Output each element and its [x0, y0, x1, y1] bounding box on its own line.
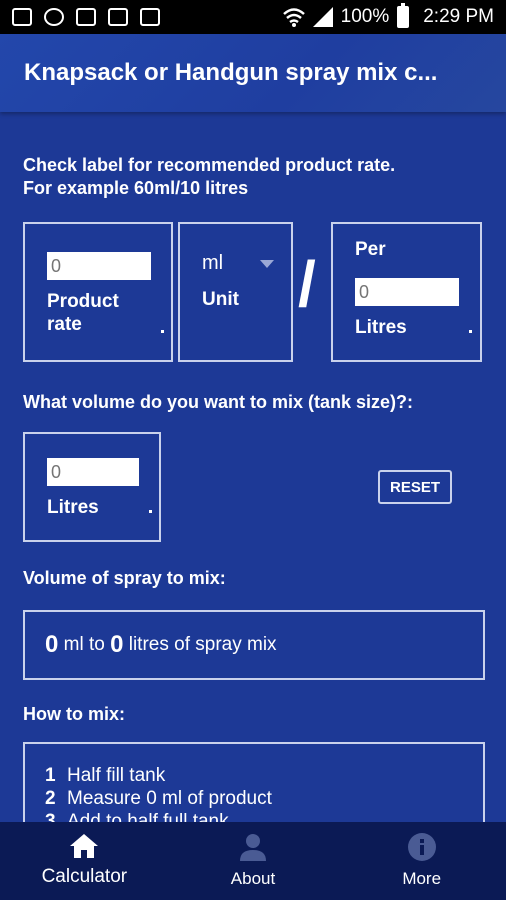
- nav-more-label: More: [402, 869, 442, 888]
- corner-dot: [149, 510, 152, 513]
- calculator-content: Check label for recommended product rate…: [0, 112, 506, 822]
- result-litres-amount: 0: [110, 631, 124, 658]
- nav-more[interactable]: More: [337, 822, 506, 900]
- unit-box[interactable]: ml Unit: [178, 222, 293, 362]
- nav-calculator[interactable]: Calculator: [0, 822, 169, 900]
- step-text: Half fill tank: [67, 765, 166, 786]
- product-rate-input[interactable]: [47, 252, 151, 280]
- signal-icon: [312, 7, 333, 27]
- how-to-mix-title: How to mix:: [23, 704, 125, 724]
- step-number: 2: [45, 788, 56, 809]
- result-box: 0 ml to 0 litres of spray mix: [23, 610, 485, 680]
- tank-size-label: Litres: [47, 497, 99, 518]
- page-title: Knapsack or Handgun spray mix c...: [24, 59, 438, 86]
- notification-icons: [12, 8, 160, 26]
- instructions-line-1: Check label for recommended product rate…: [23, 155, 396, 175]
- tank-size-input[interactable]: [47, 458, 139, 486]
- info-icon: [407, 833, 436, 861]
- nav-about[interactable]: About: [169, 822, 338, 900]
- corner-dot: [161, 330, 164, 333]
- product-rate-label-line-2: rate: [47, 314, 82, 335]
- instructions-line-2: For example 60ml/10 litres: [23, 178, 249, 198]
- status-bar: 100% 2:29 PM: [0, 0, 506, 34]
- instructions: Check label for recommended product rate…: [23, 154, 395, 200]
- rate-separator: /: [298, 248, 316, 320]
- home-icon: [70, 834, 99, 858]
- corner-dot: [469, 330, 472, 333]
- nav-calculator-label: Calculator: [41, 866, 128, 887]
- product-rate-label: Product rate: [47, 290, 119, 336]
- unit-label: Unit: [202, 289, 239, 310]
- step-number: 3: [45, 811, 56, 822]
- wifi-icon: [282, 8, 305, 27]
- tank-size-question: What volume do you want to mix (tank siz…: [23, 392, 414, 412]
- per-litres-box: Per Litres: [331, 222, 482, 362]
- step-text: Add to half full tank: [67, 811, 229, 822]
- list-item: 3 Add to half full tank: [45, 810, 463, 822]
- battery-percent: 100%: [340, 6, 390, 27]
- list-item: 1 Half fill tank: [45, 764, 463, 787]
- clock: 2:29 PM: [423, 6, 494, 27]
- result-title: Volume of spray to mix:: [23, 568, 226, 588]
- person-icon: [240, 834, 266, 861]
- dropdown-arrow-icon[interactable]: [260, 260, 274, 268]
- result-ml-amount: 0: [45, 631, 59, 658]
- list-item: 2 Measure 0 ml of product: [45, 787, 463, 810]
- clipboard-icon: [108, 8, 128, 26]
- reset-button[interactable]: RESET: [378, 470, 452, 504]
- per-litres-label: Litres: [355, 317, 407, 338]
- screen-cast-icon: [12, 8, 32, 26]
- step-text: Measure 0 ml of product: [67, 788, 272, 809]
- result-unit-text: ml to: [58, 634, 111, 655]
- how-to-mix-box: 1 Half fill tank 2 Measure 0 ml of produ…: [23, 742, 485, 822]
- tank-size-box: Litres: [23, 432, 161, 542]
- per-litres-input[interactable]: [355, 278, 459, 306]
- unit-selected[interactable]: ml: [202, 252, 223, 275]
- product-rate-box: Product rate: [23, 222, 173, 362]
- app-bar: Knapsack or Handgun spray mix c...: [0, 34, 506, 112]
- briefcase-icon: [140, 8, 160, 26]
- per-label: Per: [355, 239, 386, 260]
- bottom-navigation: Calculator About More: [0, 822, 506, 900]
- sync-icon: [44, 8, 64, 26]
- nav-about-label: About: [230, 869, 276, 888]
- battery-icon: [397, 3, 410, 28]
- result-suffix: litres of spray mix: [123, 634, 277, 655]
- product-rate-label-line-1: Product: [47, 291, 119, 312]
- step-number: 1: [45, 765, 56, 786]
- mail-icon: [76, 8, 96, 26]
